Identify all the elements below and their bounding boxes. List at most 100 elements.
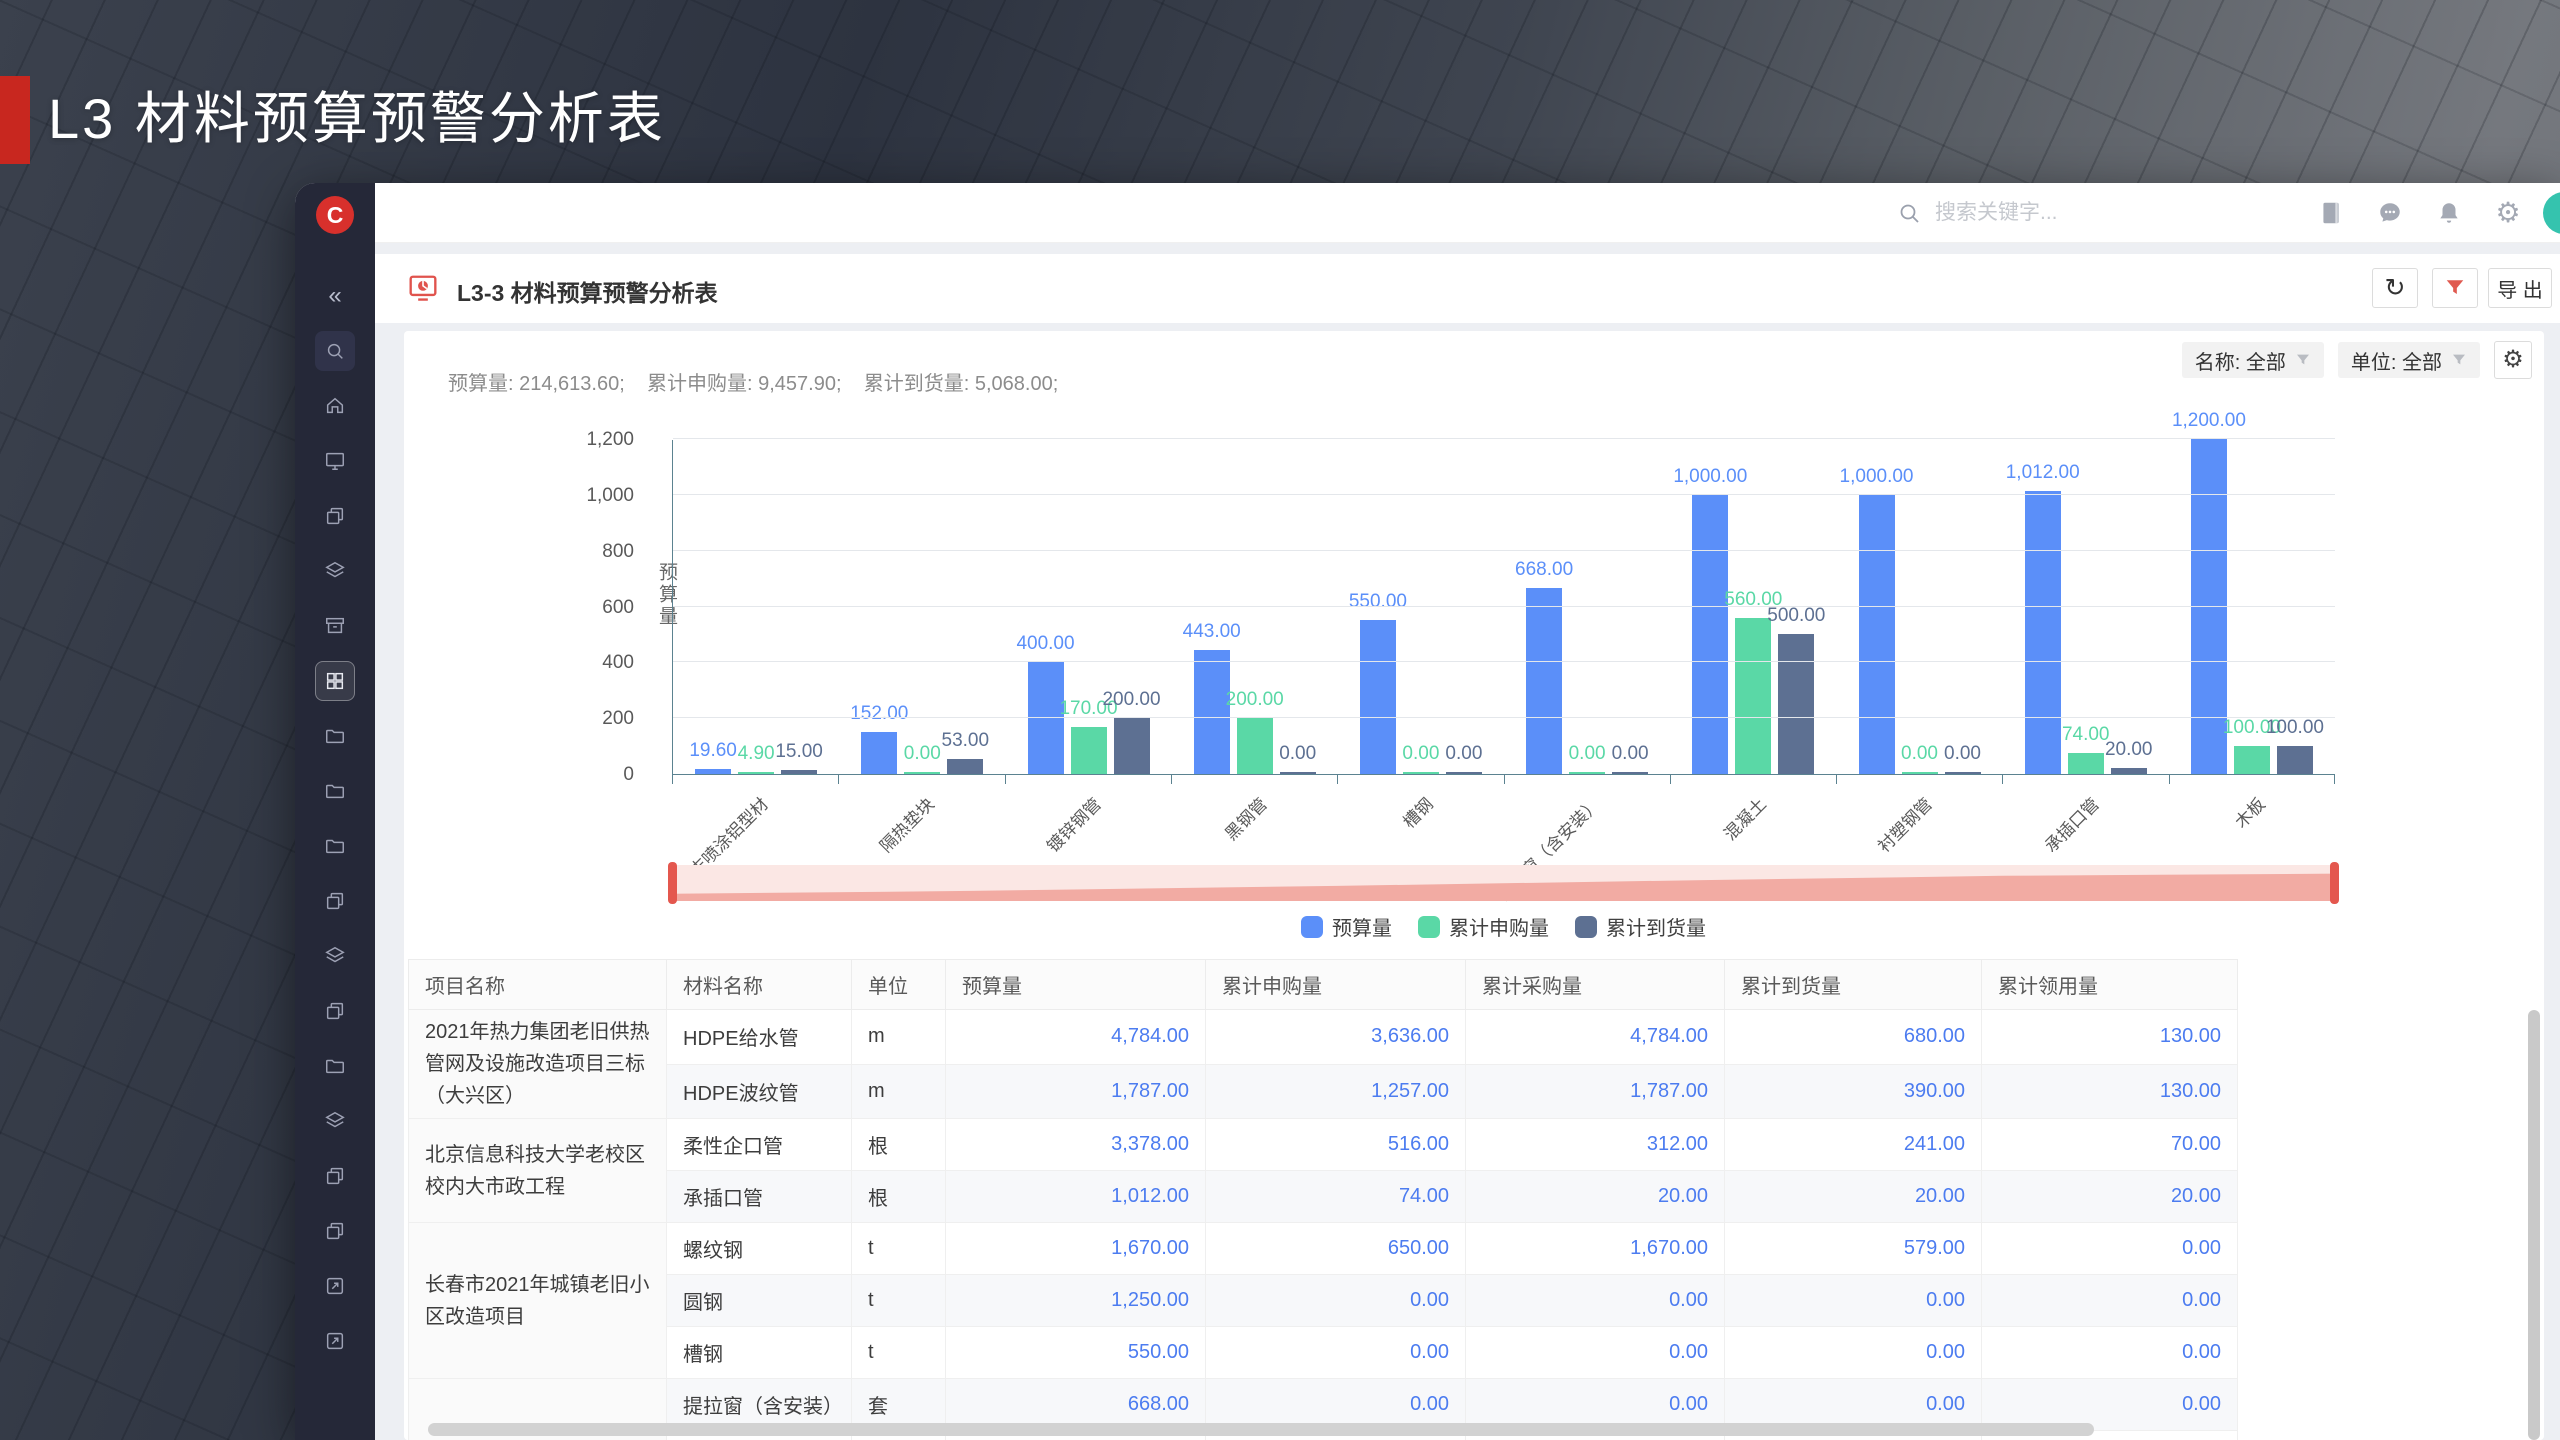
- chart-bar[interactable]: [1193, 650, 1230, 774]
- search-input[interactable]: [1935, 201, 2265, 225]
- user-avatar[interactable]: [2543, 192, 2560, 234]
- refresh-button[interactable]: ↻: [2372, 268, 2418, 308]
- chart-bar[interactable]: [2024, 491, 2061, 774]
- chart-bar[interactable]: [861, 732, 898, 774]
- legend-item-1[interactable]: 累计申购量: [1418, 912, 1549, 941]
- sidebar-item-search[interactable]: [315, 331, 355, 371]
- chart-bar[interactable]: [1445, 772, 1482, 774]
- chart-bar[interactable]: [1279, 772, 1316, 774]
- cell-value[interactable]: 241.00: [1724, 1118, 1982, 1171]
- handbook-icon[interactable]: [2317, 199, 2345, 227]
- sidebar-item-share-2[interactable]: [315, 1321, 355, 1361]
- filter-chip-1[interactable]: 单位: 全部: [2337, 342, 2480, 378]
- sidebar-item-documents-1[interactable]: [315, 496, 355, 536]
- chart-bar[interactable]: [1236, 718, 1273, 774]
- cell-value[interactable]: 0.00: [1205, 1326, 1466, 1379]
- cell-value[interactable]: 1,257.00: [1205, 1063, 1466, 1119]
- filter-chip-0[interactable]: 名称: 全部: [2181, 342, 2324, 378]
- chart-bar[interactable]: [781, 770, 818, 774]
- slider-handle-right[interactable]: [2330, 862, 2339, 904]
- sidebar-item-folder-2[interactable]: [315, 771, 355, 811]
- vertical-scrollbar[interactable]: [2528, 1010, 2540, 1440]
- cell-value[interactable]: 4,784.00: [945, 1009, 1206, 1065]
- cell-value[interactable]: 550.00: [945, 1326, 1206, 1379]
- cell-value[interactable]: 1,012.00: [945, 1170, 1206, 1223]
- cell-value[interactable]: 20.00: [1724, 1170, 1982, 1223]
- sidebar-item-home[interactable]: [315, 386, 355, 426]
- sidebar-item-monitor[interactable]: [315, 441, 355, 481]
- chart-bar[interactable]: [1735, 618, 1772, 774]
- cell-value[interactable]: 0.00: [1981, 1222, 2238, 1275]
- cell-value[interactable]: 650.00: [1205, 1222, 1466, 1275]
- chart-bar[interactable]: [2110, 768, 2147, 774]
- messages-icon[interactable]: [2376, 199, 2404, 227]
- chart-bar[interactable]: [2276, 746, 2313, 774]
- cell-value[interactable]: 1,787.00: [1465, 1063, 1725, 1119]
- cell-value[interactable]: 20.00: [1465, 1170, 1725, 1223]
- chart-bar[interactable]: [1569, 772, 1606, 774]
- cell-value[interactable]: 20.00: [1981, 1170, 2238, 1223]
- chart-bar[interactable]: [1612, 772, 1649, 774]
- cell-value[interactable]: 1,250.00: [945, 1274, 1206, 1327]
- sidebar-item-documents-5[interactable]: [315, 1211, 355, 1251]
- chart-bar[interactable]: [1402, 772, 1439, 774]
- cell-value[interactable]: 680.00: [1724, 1009, 1982, 1065]
- cell-value[interactable]: 516.00: [1205, 1118, 1466, 1171]
- chart-range-slider[interactable]: [668, 862, 2339, 904]
- chart-bar[interactable]: [947, 759, 984, 774]
- app-logo[interactable]: C: [316, 196, 354, 234]
- table-settings-button[interactable]: ⚙: [2494, 341, 2532, 379]
- cell-value[interactable]: 1,670.00: [1465, 1222, 1725, 1275]
- chart-bar[interactable]: [2067, 753, 2104, 774]
- sidebar-item-folder-3[interactable]: [315, 826, 355, 866]
- cell-value[interactable]: 0.00: [1724, 1326, 1982, 1379]
- sidebar-item-documents-2[interactable]: [315, 881, 355, 921]
- cell-value[interactable]: 579.00: [1724, 1222, 1982, 1275]
- chart-bar[interactable]: [1359, 620, 1396, 774]
- notifications-icon[interactable]: [2435, 199, 2463, 227]
- cell-value[interactable]: 0.00: [1465, 1274, 1725, 1327]
- cell-value[interactable]: 74.00: [1205, 1170, 1466, 1223]
- legend-item-0[interactable]: 预算量: [1301, 912, 1392, 941]
- cell-value[interactable]: 1,787.00: [945, 1063, 1206, 1119]
- sidebar-item-layers-2[interactable]: [315, 936, 355, 976]
- chart-bar[interactable]: [695, 769, 732, 774]
- chart-bar[interactable]: [738, 772, 775, 774]
- cell-value[interactable]: 70.00: [1981, 1118, 2238, 1171]
- chart-bar[interactable]: [1526, 588, 1563, 774]
- chart-bar[interactable]: [1944, 772, 1981, 774]
- export-button[interactable]: 导 出: [2488, 268, 2552, 308]
- cell-value[interactable]: 312.00: [1465, 1118, 1725, 1171]
- cell-value[interactable]: 0.00: [1981, 1274, 2238, 1327]
- sidebar-item-layers-1[interactable]: [315, 551, 355, 591]
- chart-bar[interactable]: [2190, 439, 2227, 774]
- chart-bar[interactable]: [1070, 727, 1107, 774]
- cell-value[interactable]: 0.00: [1981, 1326, 2238, 1379]
- sidebar-item-documents-4[interactable]: [315, 1156, 355, 1196]
- sidebar-item-folder-4[interactable]: [315, 1046, 355, 1086]
- sidebar-item-documents-3[interactable]: [315, 991, 355, 1031]
- settings-icon[interactable]: ⚙: [2494, 199, 2522, 227]
- legend-item-2[interactable]: 累计到货量: [1575, 912, 1706, 941]
- slider-handle-left[interactable]: [668, 862, 677, 904]
- chart-bar[interactable]: [1113, 718, 1150, 774]
- cell-value[interactable]: 130.00: [1981, 1009, 2238, 1065]
- sidebar-item-folder-1[interactable]: [315, 716, 355, 756]
- sidebar-item-collapse[interactable]: «: [315, 276, 355, 316]
- cell-value[interactable]: 3,378.00: [945, 1118, 1206, 1171]
- chart-bar[interactable]: [1778, 634, 1815, 774]
- cell-value[interactable]: 390.00: [1724, 1063, 1982, 1119]
- cell-value[interactable]: 0.00: [1205, 1274, 1466, 1327]
- cell-value[interactable]: 4,784.00: [1465, 1009, 1725, 1065]
- chart-bar[interactable]: [2233, 746, 2270, 774]
- cell-value[interactable]: 1,670.00: [945, 1222, 1206, 1275]
- sidebar-item-share-1[interactable]: [315, 1266, 355, 1306]
- sidebar-item-layers-3[interactable]: [315, 1101, 355, 1141]
- cell-value[interactable]: 0.00: [1724, 1274, 1982, 1327]
- horizontal-scrollbar[interactable]: [428, 1423, 2094, 1436]
- sidebar-item-archive[interactable]: [315, 606, 355, 646]
- cell-value[interactable]: 3,636.00: [1205, 1009, 1466, 1065]
- chart-bar[interactable]: [1901, 772, 1938, 774]
- chart-bar[interactable]: [904, 772, 941, 774]
- filter-button[interactable]: [2432, 268, 2478, 308]
